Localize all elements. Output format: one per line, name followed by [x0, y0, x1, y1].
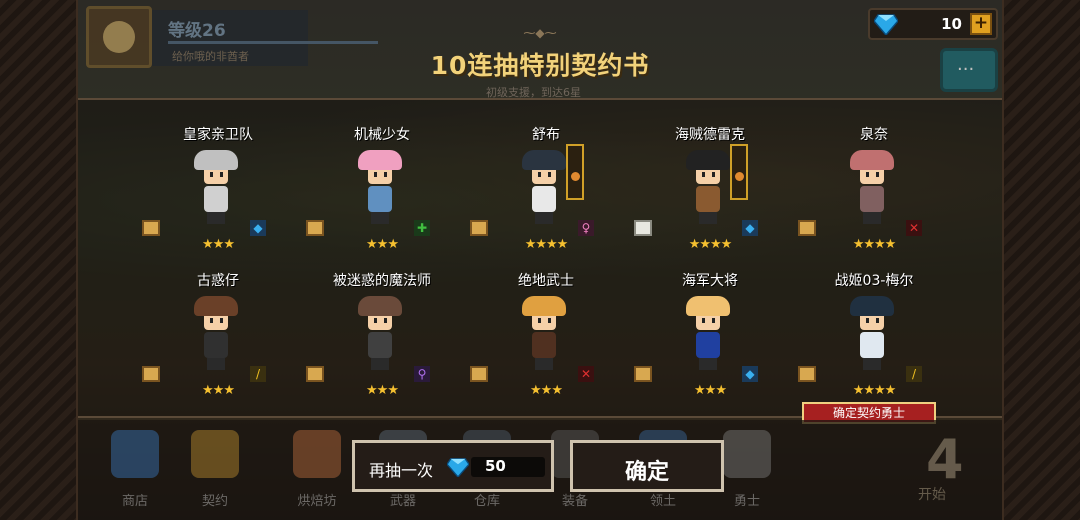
character-sprite [190, 150, 242, 230]
character-name: 绝地武士 [518, 273, 574, 289]
title-ornament: ⁓◆⁓ [523, 26, 557, 40]
star-rating: ★★★ [202, 383, 235, 398]
contract-scroll-icon [142, 220, 160, 236]
menu-label: 勇士 [733, 494, 760, 509]
character-name: 古惑仔 [197, 273, 239, 289]
menu-icon [293, 430, 341, 478]
menu-icon [723, 430, 771, 478]
character-card[interactable]: 机械少女 ✚ ★★★ [300, 124, 464, 262]
character-sprite [354, 150, 406, 230]
character-sprite [518, 150, 570, 230]
character-sprite [682, 150, 734, 230]
rank-banner-icon [566, 144, 584, 200]
star-rating: ★★★ [366, 383, 399, 398]
start-button[interactable]: 4 开始 [900, 428, 990, 514]
contract-scroll-icon [634, 220, 652, 236]
player-level: 等级26 [168, 21, 226, 41]
character-name: 泉奈 [860, 127, 888, 143]
menu-label: 烘焙坊 [297, 494, 337, 509]
character-card[interactable]: 被迷惑的魔法师 ⚲ ★★★ [300, 270, 464, 408]
character-card[interactable]: 海贼德雷克 ◆ ★★★★ [628, 124, 792, 262]
diamond-icon [447, 458, 469, 477]
menu-label: 契约 [201, 494, 228, 509]
confirm-button[interactable]: 确定 [570, 440, 724, 492]
star-rating: ★★★ [366, 237, 399, 252]
redraw-button[interactable]: 再抽一次 50 [352, 440, 554, 492]
character-sprite [190, 296, 242, 376]
contract-scroll-icon [142, 366, 160, 382]
contract-scroll-icon [470, 366, 488, 382]
character-name: 机械少女 [354, 127, 410, 143]
character-card[interactable]: 古惑仔 / ★★★ [136, 270, 300, 408]
star-rating: ★★★★ [852, 237, 897, 252]
diamond-icon [874, 14, 898, 35]
character-sprite [518, 296, 570, 376]
star-rating: ★★★★ [524, 237, 569, 252]
star-rating: ★★★ [530, 383, 563, 398]
page-title: 10连抽特别契约书 [430, 51, 650, 80]
add-gems-button[interactable]: + [970, 13, 992, 35]
menu-label: 商店 [121, 494, 148, 509]
start-label: 开始 [918, 487, 946, 503]
menu-label: 领土 [649, 494, 676, 509]
redraw-cost: 50 [485, 457, 506, 475]
contract-scroll-icon [798, 220, 816, 236]
menu-label: 武器 [389, 494, 416, 509]
character-card[interactable]: 海军大将 ◆ ★★★ [628, 270, 792, 408]
character-name: 被迷惑的魔法师 [333, 273, 431, 289]
menu-item[interactable]: 烘焙坊 [282, 430, 352, 509]
menu-icon [191, 430, 239, 478]
character-name: 海军大将 [682, 273, 738, 289]
gem-counter: 10 + [868, 8, 998, 40]
red-sword-icon: ✕ [578, 366, 594, 382]
menu-icon [111, 430, 159, 478]
confirm-label: 确定 [624, 460, 669, 485]
character-sprite [846, 150, 898, 230]
start-number: 4 [926, 428, 964, 491]
contract-scroll-icon [306, 366, 324, 382]
redraw-label: 再抽一次 [369, 461, 434, 480]
character-card[interactable]: 泉奈 ✕ ★★★★ [792, 124, 956, 262]
green-cross-icon: ✚ [414, 220, 430, 236]
character-name: 皇家亲卫队 [183, 127, 253, 143]
character-card[interactable]: 战姬03-梅尔 / ★★★★ [792, 270, 956, 408]
menu-item[interactable]: 契约 [180, 430, 250, 509]
contract-scroll-icon [470, 220, 488, 236]
character-card[interactable]: 舒布 ♀ ★★★★ [464, 124, 628, 262]
star-rating: ★★★ [202, 237, 235, 252]
menu-item[interactable]: 商店 [100, 430, 170, 509]
exp-bar [168, 41, 378, 44]
character-sprite [846, 296, 898, 376]
yellow-blade-icon: / [250, 366, 266, 382]
gem-count: 10 [941, 15, 962, 33]
character-sprite [682, 296, 734, 376]
menu-label: 装备 [561, 494, 588, 509]
character-name: 战姬03-梅尔 [834, 273, 914, 289]
red-sword-icon: ✕ [906, 220, 922, 236]
character-card[interactable]: 绝地武士 ✕ ★★★ [464, 270, 628, 408]
blue-diamond-icon: ◆ [742, 220, 758, 236]
pink-female-icon: ♀ [578, 220, 594, 236]
star-rating: ★★★★ [852, 383, 897, 398]
contract-scroll-icon [306, 220, 324, 236]
blue-diamond-icon: ◆ [742, 366, 758, 382]
purple-staff-icon: ⚲ [414, 366, 430, 382]
character-name: 舒布 [532, 127, 560, 143]
character-name: 海贼德雷克 [675, 127, 745, 143]
menu-label: 仓库 [473, 494, 500, 509]
star-rating: ★★★★ [688, 237, 733, 252]
contract-scroll-icon [798, 366, 816, 382]
yellow-blade-icon: / [906, 366, 922, 382]
character-sprite [354, 296, 406, 376]
character-card[interactable]: 皇家亲卫队 ◆ ★★★ [136, 124, 300, 262]
star-rating: ★★★ [694, 383, 727, 398]
contract-scroll-icon [634, 366, 652, 382]
blue-diamond-icon: ◆ [250, 220, 266, 236]
rank-banner-icon [730, 144, 748, 200]
